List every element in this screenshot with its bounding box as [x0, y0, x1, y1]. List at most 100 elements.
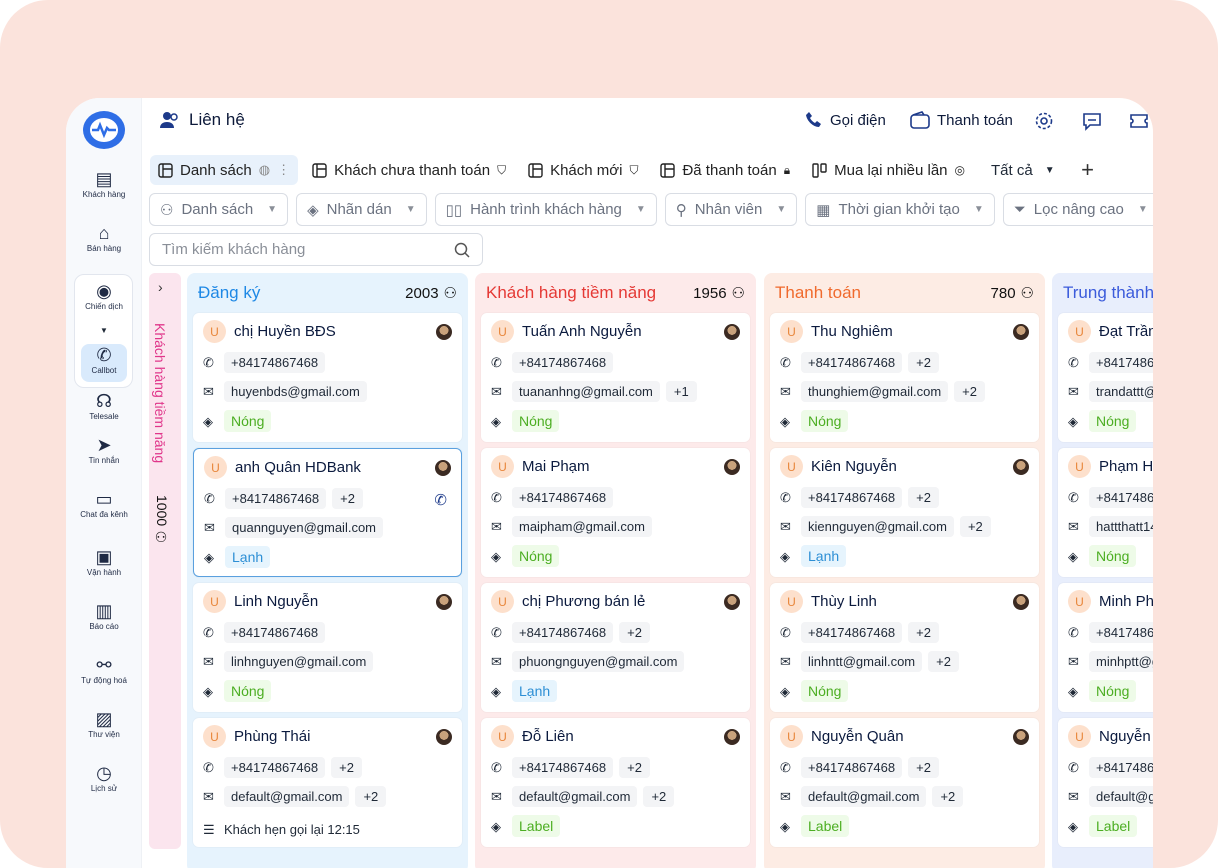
sidebar-item-broadcast[interactable]: ◉ Chiến dịch: [66, 280, 142, 311]
contact-name[interactable]: Đạt Trần: [1099, 323, 1153, 340]
contact-name[interactable]: Kiên Nguyễn: [811, 458, 897, 475]
contact-card[interactable]: U anh Quân HDBank ✆ +84174867468 +2 ✆ ✉ …: [193, 448, 462, 577]
sidebar-item-store[interactable]: ⌂ Bán hàng: [66, 222, 142, 253]
status-badge[interactable]: Label: [1089, 815, 1138, 837]
sidebar-item-chat[interactable]: ▭ Chat đa kênh: [66, 488, 142, 519]
email-more-badge[interactable]: +1: [665, 381, 697, 402]
filter-nhan-dan[interactable]: ◈ Nhãn dán ▼: [296, 193, 427, 226]
sidebar-item-automation[interactable]: ⚯ Tự động hoá: [66, 654, 142, 685]
email-value[interactable]: trandattt@gmail.com: [1089, 381, 1153, 402]
contact-name[interactable]: Đỗ Liên: [522, 728, 574, 745]
email-more-badge[interactable]: +2: [932, 786, 964, 807]
phone-value[interactable]: +84174867468: [1089, 352, 1153, 373]
phone-more-badge[interactable]: +2: [908, 487, 939, 508]
status-badge[interactable]: Label: [512, 815, 561, 837]
status-badge[interactable]: Nóng: [224, 410, 272, 432]
status-badge[interactable]: Nóng: [801, 680, 849, 702]
contact-card[interactable]: U Phùng Thái ✆ +84174867468 +2 ✉ default…: [193, 718, 462, 847]
phone-value[interactable]: +84174867468: [225, 488, 327, 509]
status-badge[interactable]: Label: [801, 815, 850, 837]
contact-name[interactable]: Nguyễn Quân: [811, 728, 904, 745]
phone-value[interactable]: +84174867468: [224, 757, 326, 778]
sidebar-item-headset[interactable]: ☊ Telesale: [66, 390, 142, 421]
status-badge[interactable]: Nóng: [224, 680, 272, 702]
phone-value[interactable]: +84174867468: [1089, 487, 1153, 508]
sidebar-item-send[interactable]: ➤ Tin nhắn: [66, 434, 142, 465]
contact-card[interactable]: U Thu Nghiêm ✆ +84174867468 +2 ✉ thunghi…: [770, 313, 1039, 442]
tab-da-thanh-toan[interactable]: Đã thanh toán 🔒︎: [652, 155, 798, 185]
payment-button[interactable]: Thanh toán: [910, 111, 1013, 129]
phone-value[interactable]: +84174867468: [801, 352, 903, 373]
phone-value[interactable]: +84174867468: [801, 487, 903, 508]
email-value[interactable]: tuananhng@gmail.com: [512, 381, 660, 402]
phone-value[interactable]: +84174867468: [801, 622, 903, 643]
phone-more-badge[interactable]: +2: [908, 622, 939, 643]
email-more-badge[interactable]: +2: [355, 786, 387, 807]
phone-value[interactable]: +84174867468: [512, 757, 614, 778]
contact-card[interactable]: U Nguyễn Quân ✆ +84174867468 +2 ✉ defaul…: [770, 718, 1039, 847]
phone-more-badge[interactable]: +2: [332, 488, 363, 509]
contact-card[interactable]: U Linh Nguyễn ✆ +84174867468 ✉ linhnguye…: [193, 583, 462, 712]
phone-value[interactable]: +84174867468: [224, 352, 326, 373]
phone-value[interactable]: +84174867468: [512, 622, 614, 643]
email-value[interactable]: maipham@gmail.com: [512, 516, 652, 537]
status-badge[interactable]: Nóng: [1089, 680, 1137, 702]
email-more-badge[interactable]: +2: [954, 381, 985, 402]
status-badge[interactable]: Nóng: [801, 410, 849, 432]
email-value[interactable]: default@gmail.com: [1089, 786, 1153, 807]
contact-name[interactable]: Thu Nghiêm: [811, 323, 893, 340]
contact-name[interactable]: Linh Nguyễn: [234, 593, 318, 610]
filter-nhan-vien[interactable]: ⚲ Nhân viên ▼: [664, 193, 798, 226]
sidebar-item-briefcase[interactable]: ▣ Vận hành: [66, 546, 142, 577]
contact-name[interactable]: Thùy Linh: [811, 593, 877, 610]
contact-name[interactable]: Mai Phạm: [522, 458, 590, 475]
email-value[interactable]: kiennguyen@gmail.com: [801, 516, 954, 537]
add-tab-button[interactable]: +: [1073, 155, 1103, 185]
contact-name[interactable]: Minh Phương: [1099, 593, 1153, 610]
email-more-badge[interactable]: +2: [959, 516, 991, 537]
email-value[interactable]: linhntt@gmail.com: [801, 651, 923, 672]
contact-name[interactable]: chị Phương bán lẻ: [522, 593, 645, 610]
more-icon[interactable]: ⋮: [277, 162, 290, 178]
contact-card[interactable]: U Mai Phạm ✆ +84174867468 ✉ maipham@gmai…: [481, 448, 750, 577]
settings-button[interactable]: [1034, 111, 1054, 131]
contact-card[interactable]: U Nguyễn Hà ✆ +84174867468 ✉ default@gma…: [1058, 718, 1153, 847]
phone-more-badge[interactable]: +2: [331, 757, 362, 778]
tab-khach-chua-thanh-toan[interactable]: Khách chưa thanh toán ⛉: [304, 155, 514, 185]
sidebar-item-library[interactable]: ▨ Thư viện: [66, 708, 142, 739]
phone-more-badge[interactable]: +2: [619, 757, 650, 778]
call-button[interactable]: Gọi điện: [805, 111, 886, 129]
contact-name[interactable]: Phùng Thái: [234, 728, 310, 745]
contact-name[interactable]: Nguyễn Hà: [1099, 728, 1153, 745]
sidebar-item-phone[interactable]: ✆ Callbot: [66, 344, 142, 375]
status-badge[interactable]: Nóng: [1089, 410, 1137, 432]
email-value[interactable]: linhnguyen@gmail.com: [224, 651, 374, 672]
tab-mua-lai[interactable]: Mua lại nhiều lần ◎: [804, 155, 973, 185]
phone-more-badge[interactable]: +2: [619, 622, 650, 643]
email-value[interactable]: quannguyen@gmail.com: [225, 517, 384, 538]
sidebar-item-history[interactable]: ◷ Lịch sử: [66, 762, 142, 793]
contact-name[interactable]: Tuấn Anh Nguyễn: [522, 323, 642, 340]
filter-danh-sach[interactable]: ⚇ Danh sách ▼: [149, 193, 289, 226]
phone-value[interactable]: +84174867468: [512, 352, 614, 373]
email-value[interactable]: huyenbds@gmail.com: [224, 381, 367, 402]
contact-card[interactable]: U Phạm Hà ✆ +84174867468 ✉ hattthatt14@g…: [1058, 448, 1153, 577]
contact-card[interactable]: U Đỗ Liên ✆ +84174867468 +2 ✉ default@gm…: [481, 718, 750, 847]
contact-card[interactable]: U Minh Phương ✆ +84174867468 ✉ minhptt@g…: [1058, 583, 1153, 712]
email-value[interactable]: hattthatt14@gmail.com: [1089, 516, 1153, 537]
email-value[interactable]: default@gmail.com: [801, 786, 927, 807]
phone-more-badge[interactable]: +2: [908, 352, 939, 373]
email-more-badge[interactable]: +2: [643, 786, 675, 807]
contact-name[interactable]: chị Huyền BĐS: [234, 323, 336, 340]
contact-card[interactable]: U Đạt Trần ✆ +84174867468 ✉ trandattt@gm…: [1058, 313, 1153, 442]
email-more-badge[interactable]: +2: [928, 651, 959, 672]
phone-value[interactable]: +84174867468: [224, 622, 326, 643]
email-value[interactable]: default@gmail.com: [512, 786, 638, 807]
email-value[interactable]: default@gmail.com: [224, 786, 350, 807]
email-value[interactable]: phuongnguyen@gmail.com: [512, 651, 685, 672]
phone-value[interactable]: +84174867468: [1089, 622, 1153, 643]
status-badge[interactable]: Lạnh: [801, 545, 847, 567]
status-badge[interactable]: Nóng: [1089, 545, 1137, 567]
contact-card[interactable]: U chị Phương bán lẻ ✆ +84174867468 +2 ✉ …: [481, 583, 750, 712]
status-badge[interactable]: Lạnh: [512, 680, 558, 702]
